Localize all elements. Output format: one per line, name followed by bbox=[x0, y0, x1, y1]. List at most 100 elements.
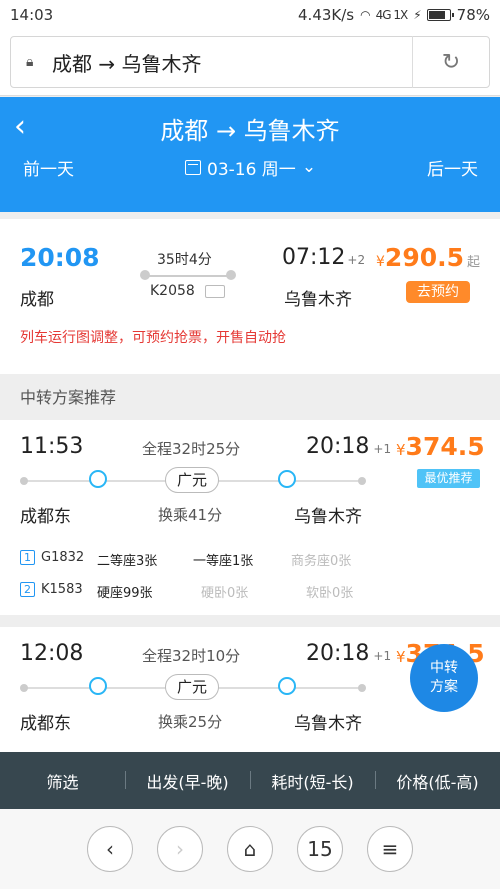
battery-level bbox=[428, 11, 445, 19]
currency-symbol: ¥ bbox=[396, 648, 406, 666]
transfer-wait: 换乘41分 bbox=[158, 506, 223, 524]
route-start-dot bbox=[20, 477, 28, 485]
price-value: 374.5 bbox=[405, 432, 485, 461]
route-line bbox=[143, 275, 233, 277]
depart-time: 12:08 bbox=[20, 641, 84, 666]
route-start-dot bbox=[140, 270, 150, 280]
route-end-dot bbox=[358, 477, 366, 485]
seat-availability: 商务座0张 bbox=[291, 554, 352, 569]
to-station: 乌鲁木齐 bbox=[294, 714, 362, 734]
fab-line2: 方案 bbox=[430, 679, 458, 695]
chevron-down-icon: ⌄ bbox=[301, 157, 317, 177]
from-station: 成都东 bbox=[20, 507, 71, 527]
arrive-time: 20:18 +1 bbox=[306, 434, 391, 459]
prev-day-button[interactable]: 前一天 bbox=[23, 155, 74, 180]
train-icon bbox=[89, 677, 107, 695]
arrive-time: 20:18 +1 bbox=[306, 641, 391, 666]
currency-symbol: ¥ bbox=[376, 254, 385, 270]
wifi-icon: ◠ bbox=[360, 8, 371, 22]
duration: 35时4分 bbox=[157, 252, 212, 268]
depart-station: 成都 bbox=[20, 290, 54, 310]
sort-depart-button[interactable]: 出发(早-晚) bbox=[125, 769, 250, 793]
segment-train: G1832 bbox=[41, 550, 85, 565]
back-icon[interactable]: ‹ bbox=[87, 826, 133, 872]
address-bar[interactable]: 🔒︎ 成都 → 乌鲁木齐 ↻ bbox=[10, 36, 490, 88]
reload-icon[interactable]: ↻ bbox=[413, 50, 489, 75]
total-duration: 全程32时10分 bbox=[142, 647, 241, 665]
forward-icon[interactable]: › bbox=[157, 826, 203, 872]
seat-availability: 硬卧0张 bbox=[201, 586, 249, 601]
currency-symbol: ¥ bbox=[396, 441, 406, 459]
browser-bottom-nav: ‹ › ⌂ 15 ≡ bbox=[0, 809, 500, 889]
arrive-station: 乌鲁木齐 bbox=[284, 290, 352, 310]
segment-row: 2 K1583 bbox=[20, 582, 83, 597]
date-label: 03-16 周一 bbox=[207, 159, 296, 180]
train-icon bbox=[89, 470, 107, 488]
home-icon[interactable]: ⌂ bbox=[227, 826, 273, 872]
id-card-icon bbox=[205, 285, 225, 298]
direct-train-card[interactable]: 20:08 成都 35时4分 K2058 07:12 +2 乌鲁木齐 ¥290.5… bbox=[0, 219, 500, 374]
transfer-wait: 换乘25分 bbox=[158, 713, 223, 731]
tabs-count-button[interactable]: 15 bbox=[297, 826, 343, 872]
page-title: 成都 → 乌鲁木齐 bbox=[160, 117, 340, 145]
battery-icon bbox=[426, 9, 454, 21]
browser-toolbar: 🔒︎ 成都 → 乌鲁木齐 ↻ bbox=[0, 30, 500, 96]
arrive-time-value: 20:18 bbox=[306, 641, 370, 666]
train-icon bbox=[278, 677, 296, 695]
seat-availability: 硬座99张 bbox=[97, 586, 153, 601]
status-bar: 14:03 4.43K/s ◠ 4G 1X ⚡ 78% bbox=[0, 0, 500, 30]
arrive-day-offset: +1 bbox=[373, 442, 392, 456]
seat-availability: 二等座3张 bbox=[97, 554, 158, 569]
arrive-time-value: 20:18 bbox=[306, 434, 370, 459]
book-button[interactable]: 去预约 bbox=[406, 281, 470, 303]
train-number: K2058 bbox=[150, 283, 195, 299]
battery-percent: 78% bbox=[456, 6, 490, 24]
url-text[interactable]: 成都 → 乌鲁木齐 bbox=[52, 48, 412, 77]
sort-price-button[interactable]: 价格(低-高) bbox=[375, 769, 500, 793]
arrive-day-offset: +2 bbox=[347, 253, 366, 267]
price-suffix: 起 bbox=[467, 255, 481, 270]
to-station: 乌鲁木齐 bbox=[294, 507, 362, 527]
filter-button[interactable]: 筛选 bbox=[0, 769, 125, 793]
depart-time: 20:08 bbox=[20, 243, 100, 272]
total-duration: 全程32时25分 bbox=[142, 440, 241, 458]
calendar-icon bbox=[185, 159, 201, 175]
status-right: 4.43K/s ◠ 4G 1X ⚡ 78% bbox=[298, 6, 490, 24]
network-type: 4G 1X bbox=[375, 8, 409, 22]
transfer-station: 广元 bbox=[165, 674, 219, 700]
transfer-plan-fab[interactable]: 中转 方案 bbox=[410, 644, 478, 712]
fab-line1: 中转 bbox=[430, 660, 458, 676]
status-time: 14:03 bbox=[10, 6, 54, 24]
arrive-day-offset: +1 bbox=[373, 649, 392, 663]
seat-availability: 软卧0张 bbox=[306, 586, 354, 601]
schedule-notice: 列车运行图调整，可预约抢票，开售自动抢 bbox=[20, 330, 286, 346]
depart-time: 11:53 bbox=[20, 434, 84, 459]
arrive-time: 07:12 +2 bbox=[282, 245, 365, 270]
sort-filter-bar: 筛选 出发(早-晚) 耗时(短-长) 价格(低-高) bbox=[0, 752, 500, 809]
segment-index: 2 bbox=[20, 582, 35, 597]
route-end-dot bbox=[358, 684, 366, 692]
route-start-dot bbox=[20, 684, 28, 692]
from-station: 成都东 bbox=[20, 714, 71, 734]
charging-icon: ⚡ bbox=[413, 8, 422, 22]
transfer-station: 广元 bbox=[165, 467, 219, 493]
next-day-button[interactable]: 后一天 bbox=[427, 155, 478, 180]
segment-train: K1583 bbox=[41, 582, 83, 597]
price-value: 290.5 bbox=[384, 243, 464, 272]
menu-icon[interactable]: ≡ bbox=[367, 826, 413, 872]
transfer-card[interactable]: 11:53 全程32时25分 20:18 +1 ¥374.5 最优推荐 广元 成都… bbox=[0, 420, 500, 615]
sort-duration-button[interactable]: 耗时(短-长) bbox=[250, 769, 375, 793]
price: ¥374.5 bbox=[396, 432, 485, 461]
segment-index: 1 bbox=[20, 550, 35, 565]
section-title: 中转方案推荐 bbox=[20, 388, 117, 407]
best-recommend-badge: 最优推荐 bbox=[417, 469, 480, 488]
seat-availability: 一等座1张 bbox=[193, 554, 254, 569]
lock-icon: 🔒︎ bbox=[26, 54, 34, 70]
arrive-time-value: 07:12 bbox=[282, 245, 346, 270]
train-icon bbox=[278, 470, 296, 488]
route-end-dot bbox=[226, 270, 236, 280]
segment-row: 1 G1832 bbox=[20, 550, 84, 565]
page-header: ‹ 成都 → 乌鲁木齐 前一天 03-16 周一 ⌄ 后一天 bbox=[0, 97, 500, 212]
price: ¥290.5 起 bbox=[376, 243, 480, 272]
date-picker[interactable]: 03-16 周一 ⌄ bbox=[185, 155, 316, 180]
